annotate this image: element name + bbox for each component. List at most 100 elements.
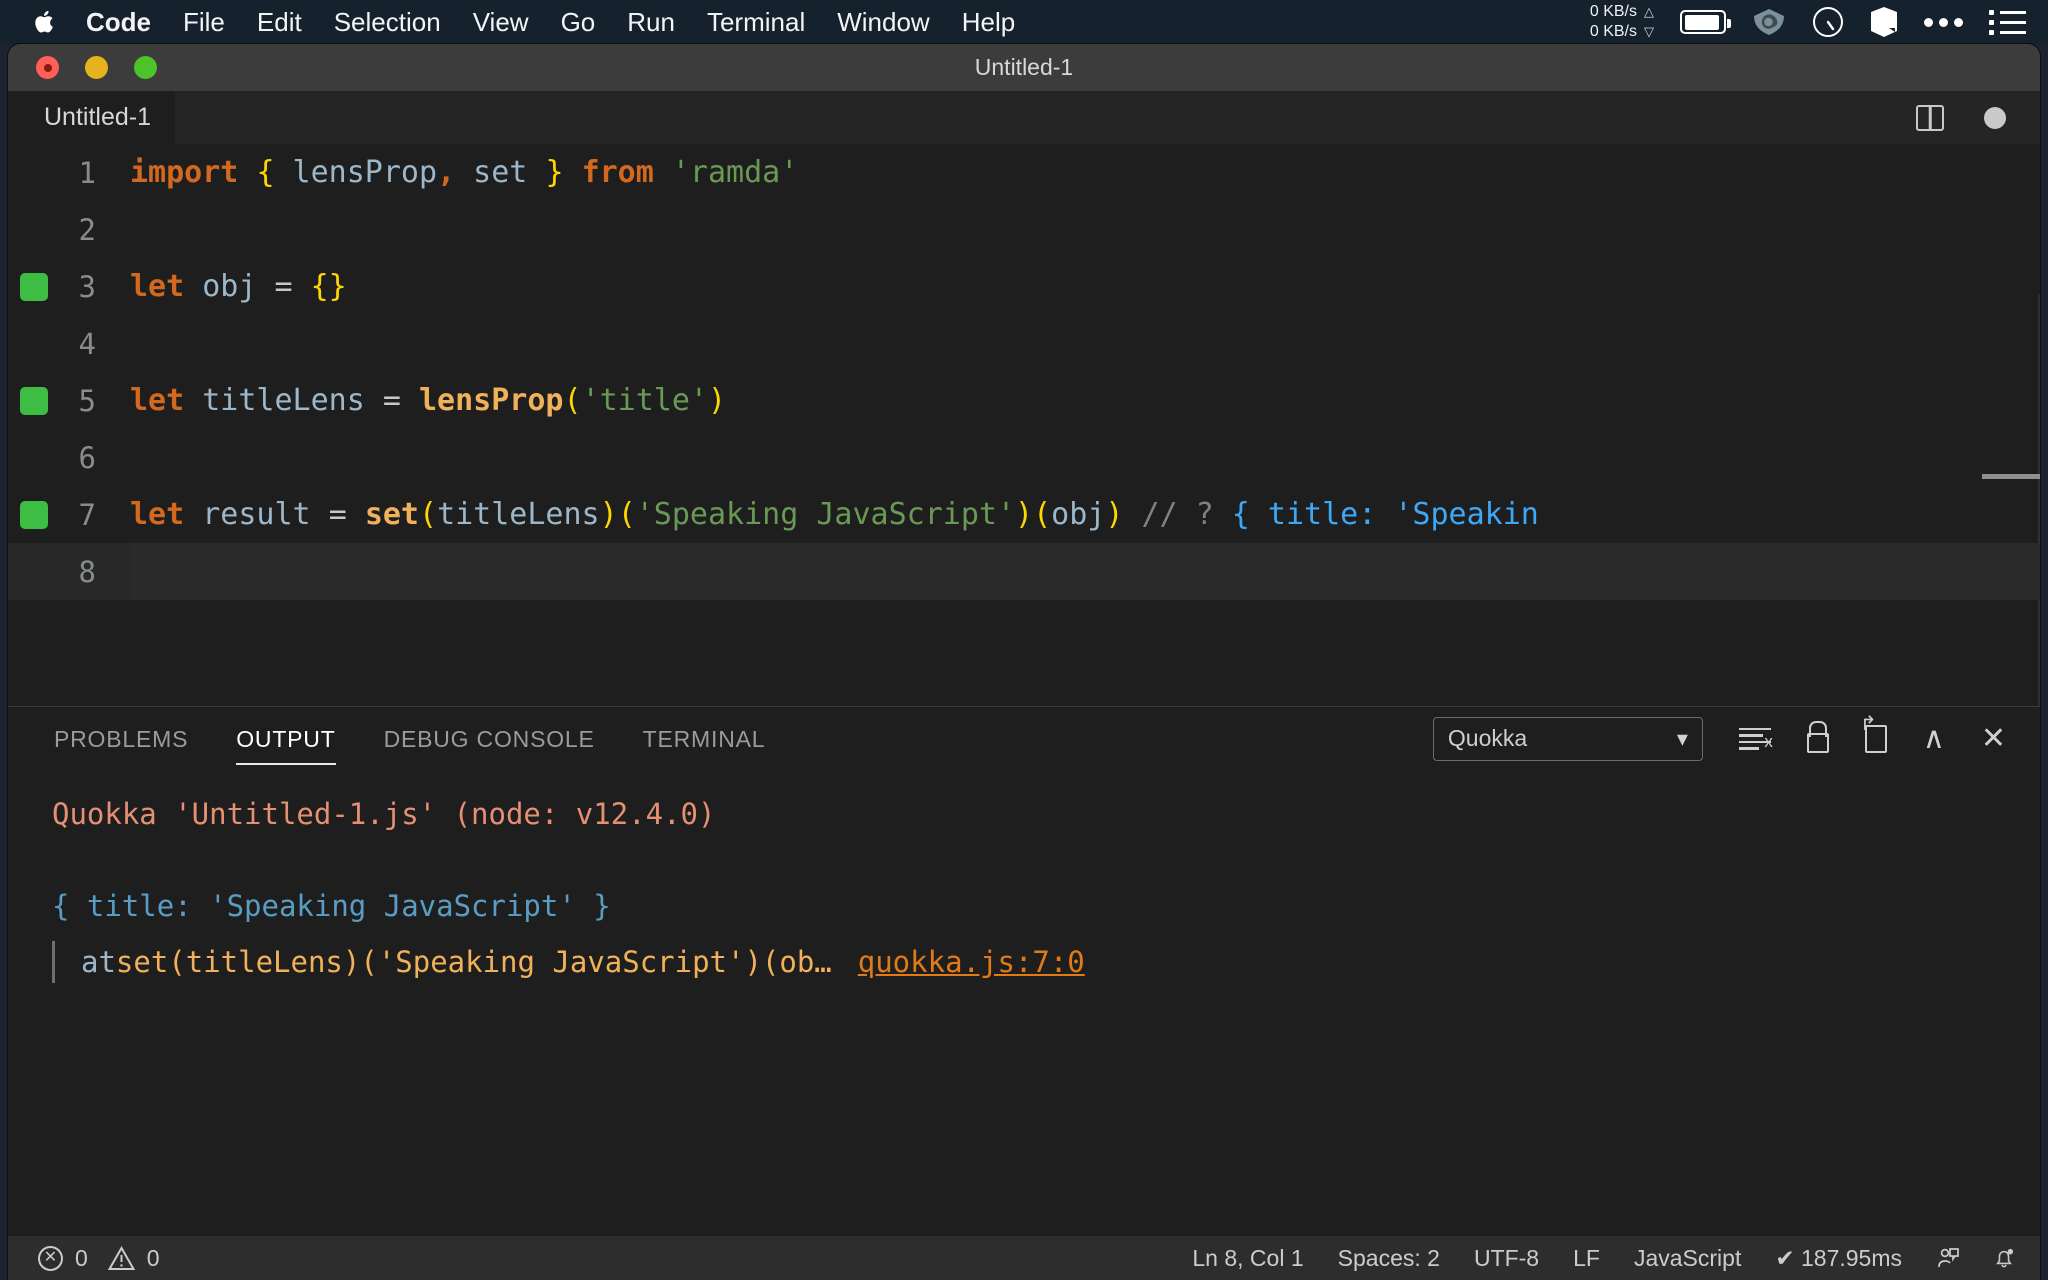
code-lines-container: 1 import { lensProp, set } from 'ramda' 2 3… <box>8 144 2040 600</box>
output-channel-value: Quokka <box>1447 725 1528 751</box>
speedometer-icon[interactable] <box>1812 6 1844 38</box>
code-token: ( <box>563 383 582 418</box>
menubar-item-file[interactable]: File <box>183 7 225 38</box>
code-token: let <box>130 383 185 418</box>
quokka-coverage-marker[interactable] <box>20 386 48 415</box>
warning-triangle-icon[interactable] <box>107 1245 135 1271</box>
warning-count[interactable]: 0 <box>147 1245 160 1272</box>
output-body[interactable]: Quokka 'Untitled-1.js' (node: v12.4.0) {… <box>8 770 2040 990</box>
unsaved-dot-icon[interactable] <box>1984 106 2006 129</box>
menubar-item-view[interactable]: View <box>473 7 529 38</box>
window-minimize-button[interactable] <box>85 56 108 79</box>
code-token: 'title' <box>581 383 708 418</box>
error-count[interactable]: 0 <box>75 1245 88 1272</box>
line-number: 8 <box>78 554 96 589</box>
code-line-text: let obj = {} <box>130 269 347 304</box>
code-line-3[interactable]: 3 let obj = {} <box>8 258 2040 315</box>
editor-tab-untitled-1[interactable]: Untitled-1 <box>8 91 175 144</box>
panel-tab-debug-console[interactable]: DEBUG CONSOLE <box>384 712 595 765</box>
close-panel-icon[interactable]: ✕ <box>1981 721 2006 756</box>
menubar-item-code[interactable]: Code <box>86 7 151 38</box>
panel-header: PROBLEMS OUTPUT DEBUG CONSOLE TERMINAL Q… <box>8 707 2040 770</box>
code-token: lensProp <box>274 155 438 190</box>
code-token: ( <box>617 497 636 532</box>
vscode-window: Untitled-1 Untitled-1 1 import { lensProp… <box>8 44 2040 1280</box>
code-token: { title: 'Speakin <box>1231 497 1539 532</box>
code-line-7[interactable]: 7 let result = set(titleLens)('Speaking J… <box>8 486 2040 543</box>
maximize-panel-icon[interactable]: ∧ <box>1923 721 1945 756</box>
quokka-coverage-marker[interactable] <box>20 500 48 529</box>
code-line-2[interactable]: 2 <box>8 201 2040 258</box>
window-close-button[interactable] <box>36 56 59 79</box>
cursor-position[interactable]: Ln 8, Col 1 <box>1192 1245 1303 1272</box>
clear-output-icon[interactable]: x <box>1738 727 1773 751</box>
macos-menubar: Code File Edit Selection View Go Run Ter… <box>0 0 2048 44</box>
lock-scroll-icon[interactable] <box>1806 724 1829 753</box>
menubar-item-run[interactable]: Run <box>627 7 675 38</box>
code-line-5[interactable]: 5 let titleLens = lensProp('title') <box>8 372 2040 429</box>
statusbar-left: ✕ 0 0 <box>8 1245 160 1272</box>
line-number: 1 <box>78 155 96 190</box>
output-stack-line: at set(titleLens)('Speaking JavaScript')… <box>8 934 2040 990</box>
window-maximize-button[interactable] <box>134 56 157 79</box>
stack-at-keyword: at <box>81 945 116 979</box>
menubar-item-selection[interactable]: Selection <box>334 7 441 38</box>
window-titlebar: Untitled-1 <box>8 44 2040 91</box>
menubar-item-terminal[interactable]: Terminal <box>707 7 805 38</box>
download-arrow-icon: ▽ <box>1644 24 1654 39</box>
apple-logo-icon[interactable] <box>34 9 56 35</box>
code-token: titleLens <box>437 497 600 532</box>
code-line-text: import { lensProp, set } from 'ramda' <box>130 155 798 190</box>
code-token: let <box>130 497 185 532</box>
code-line-8[interactable]: 8 <box>8 543 2040 600</box>
indentation-setting[interactable]: Spaces: 2 <box>1338 1245 1440 1272</box>
notifications-bell-icon[interactable] <box>1994 1247 2014 1269</box>
code-token: result <box>184 497 329 532</box>
ellipsis-icon[interactable] <box>1924 17 1963 27</box>
code-token: obj <box>1051 497 1106 532</box>
output-channel-select[interactable]: Quokka ▾ <box>1432 716 1703 761</box>
error-circle-icon[interactable]: ✕ <box>38 1245 63 1271</box>
panel-tab-terminal[interactable]: TERMINAL <box>643 712 766 765</box>
code-token: from <box>581 155 654 190</box>
menubar-item-window[interactable]: Window <box>837 7 929 38</box>
cube-icon[interactable] <box>1870 6 1898 38</box>
menubar-item-edit[interactable]: Edit <box>257 7 302 38</box>
list-icon[interactable] <box>1989 9 2026 35</box>
code-token: ( <box>1033 497 1052 532</box>
code-token: ( <box>419 497 438 532</box>
statusbar: ✕ 0 0 Ln 8, Col 1 Spaces: 2 UTF-8 LF Jav… <box>8 1236 2040 1280</box>
split-editor-icon[interactable] <box>1916 104 1944 131</box>
upload-arrow-icon: △ <box>1644 4 1654 19</box>
code-token: set <box>455 155 546 190</box>
quokka-run-time[interactable]: ✔ 187.95ms <box>1775 1245 1902 1272</box>
editor-tabstrip: Untitled-1 <box>8 91 2040 144</box>
file-encoding[interactable]: UTF-8 <box>1474 1245 1539 1272</box>
code-editor[interactable]: 1 import { lensProp, set } from 'ramda' 2 3… <box>8 144 2040 706</box>
output-blank-line <box>8 842 2040 878</box>
open-in-editor-icon[interactable] <box>1860 711 1887 753</box>
battery-icon[interactable] <box>1680 10 1731 34</box>
code-token: lensProp <box>419 383 564 418</box>
code-line-6[interactable]: 6 <box>8 429 2040 486</box>
feedback-person-icon[interactable] <box>1936 1246 1960 1270</box>
network-speed-indicator[interactable]: 0 KB/s 0 KB/s △ ▽ <box>1590 2 1654 42</box>
panel-tab-output[interactable]: OUTPUT <box>236 712 336 765</box>
stack-source-link[interactable]: quokka.js:7:0 <box>858 934 1085 990</box>
code-token: } <box>545 155 564 190</box>
menubar-left: Code File Edit Selection View Go Run Ter… <box>0 0 1047 44</box>
menubar-item-help[interactable]: Help <box>962 7 1015 38</box>
end-of-line-sequence[interactable]: LF <box>1573 1245 1600 1272</box>
vpn-eye-icon[interactable] <box>1752 7 1786 37</box>
code-line-4[interactable]: 4 <box>8 315 2040 372</box>
panel-tab-problems[interactable]: PROBLEMS <box>54 712 188 765</box>
quokka-coverage-marker[interactable] <box>20 272 48 301</box>
language-mode[interactable]: JavaScript <box>1634 1245 1741 1272</box>
code-token: // ? <box>1123 497 1232 532</box>
menubar-item-go[interactable]: Go <box>561 7 596 38</box>
code-line-1[interactable]: 1 import { lensProp, set } from 'ramda' <box>8 144 2040 201</box>
